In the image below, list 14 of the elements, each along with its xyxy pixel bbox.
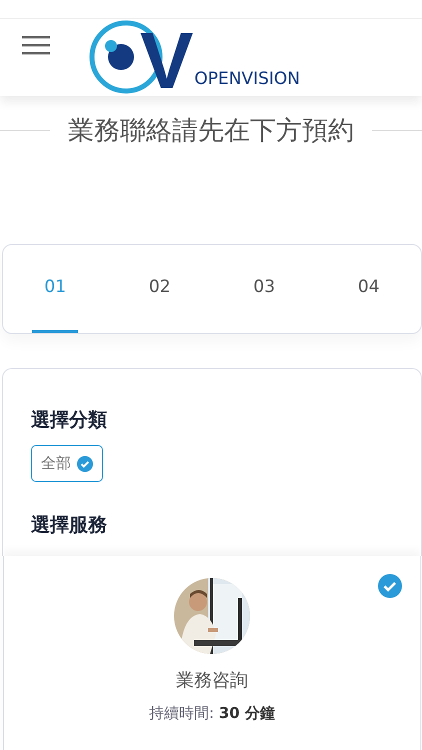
logo-text: OPENVISION	[194, 68, 300, 88]
section-heading: 選擇分類	[31, 408, 108, 433]
service-card[interactable]: 業務咨詢 持續時間: 30 分鐘	[3, 556, 421, 750]
step-tab[interactable]: 04	[346, 245, 392, 333]
menu-icon[interactable]	[22, 34, 50, 54]
step-tab[interactable]: 03	[241, 245, 288, 333]
category-chip[interactable]: 全部	[31, 445, 103, 482]
service-name: 業務咨詢	[176, 669, 248, 692]
check-icon	[77, 456, 93, 472]
step-tab[interactable]: 02	[136, 245, 183, 333]
service-duration: 持續時間: 30 分鐘	[149, 704, 275, 723]
check-icon	[378, 574, 402, 598]
page-title: 業務聯絡請先在下方預約	[68, 114, 354, 148]
section-heading: 選擇服務	[31, 513, 108, 538]
